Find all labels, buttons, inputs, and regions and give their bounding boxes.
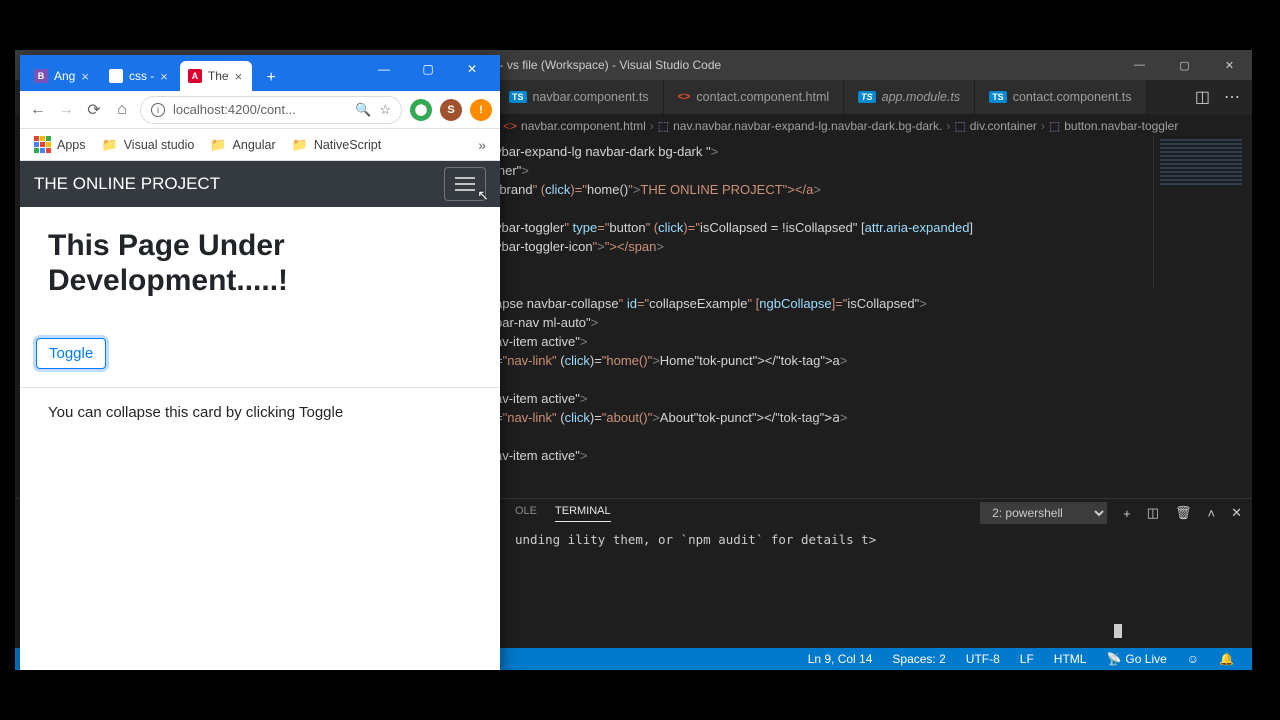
ts-icon: TS	[509, 91, 527, 103]
status-lang[interactable]: HTML	[1046, 652, 1095, 666]
close-tab-icon[interactable]: ×	[81, 69, 89, 84]
brand-text[interactable]: THE ONLINE PROJECT	[34, 174, 220, 194]
status-eol[interactable]: LF	[1012, 652, 1042, 666]
minimap[interactable]	[1153, 137, 1248, 287]
favicon: A	[188, 69, 202, 83]
feedback-icon[interactable]: ☺	[1179, 652, 1207, 666]
collapse-text: You can collapse this card by clicking T…	[48, 388, 472, 421]
page-viewport: THE ONLINE PROJECT ↖ This Page Under Dev…	[20, 161, 500, 670]
status-cursor[interactable]: Ln 9, Col 14	[800, 652, 881, 666]
more-icon[interactable]: ⋯	[1224, 87, 1240, 107]
editor-tab[interactable]: TSapp.module.ts	[844, 80, 975, 114]
html-icon: <>	[678, 91, 691, 103]
split-terminal-icon[interactable]: ◫	[1147, 505, 1159, 521]
bookmark-item[interactable]: 📁Visual studio	[96, 133, 201, 157]
close-button[interactable]: ✕	[1207, 50, 1252, 80]
back-button[interactable]: ←	[28, 100, 48, 120]
reload-button[interactable]: ⟳	[84, 100, 104, 120]
new-terminal-icon[interactable]: +	[1123, 506, 1131, 521]
split-editor-icon[interactable]: ◫	[1195, 87, 1210, 107]
site-info-icon[interactable]: i	[151, 103, 165, 117]
extension-icon[interactable]: S	[440, 99, 462, 121]
browser-tab[interactable]: B Ang ×	[26, 61, 99, 91]
folder-icon: 📁	[210, 137, 226, 153]
minimize-button[interactable]: —	[362, 55, 406, 83]
ts-icon: TS	[858, 91, 876, 103]
status-spaces[interactable]: Spaces: 2	[884, 652, 953, 666]
apps-button[interactable]: Apps	[28, 132, 92, 157]
panel-tab-terminal[interactable]: TERMINAL	[555, 505, 611, 522]
bookmarks-bar: Apps 📁Visual studio 📁Angular 📁NativeScri…	[20, 129, 500, 161]
struct-icon: ⬚	[954, 119, 965, 133]
bookmark-item[interactable]: 📁Angular	[204, 133, 281, 157]
hamburger-icon	[455, 183, 475, 185]
page-heading: This Page Under Development.....!	[48, 229, 472, 298]
bookmarks-overflow[interactable]: »	[472, 137, 492, 153]
terminal-select[interactable]: 2: powershell	[980, 502, 1107, 524]
close-panel-icon[interactable]: ✕	[1231, 505, 1242, 521]
favicon	[109, 69, 123, 83]
home-button[interactable]: ⌂	[112, 100, 132, 120]
chrome-toolbar: ← → ⟳ ⌂ i localhost:4200/cont... 🔍 ☆ ⬤ S…	[20, 91, 500, 129]
kill-terminal-icon[interactable]: 🗑	[1175, 505, 1192, 521]
maximize-panel-icon[interactable]: ˄	[1208, 506, 1216, 521]
browser-tab-active[interactable]: A The ×	[180, 61, 252, 91]
ts-icon: TS	[989, 91, 1007, 103]
apps-icon	[34, 136, 51, 153]
terminal-cursor	[1114, 624, 1122, 638]
editor-tab[interactable]: <>contact.component.html	[664, 80, 845, 114]
app-navbar: THE ONLINE PROJECT ↖	[20, 161, 500, 207]
go-live-button[interactable]: 📡 Go Live	[1098, 652, 1174, 666]
minimize-button[interactable]: —	[1117, 50, 1162, 80]
folder-icon: 📁	[102, 137, 118, 153]
maximize-button[interactable]: ▢	[1162, 50, 1207, 80]
address-bar[interactable]: i localhost:4200/cont... 🔍 ☆	[140, 96, 402, 124]
struct-icon: ⬚	[658, 119, 669, 133]
notifications-icon[interactable]: 🔔	[1211, 652, 1242, 666]
url-text: localhost:4200/cont...	[173, 102, 296, 117]
forward-button[interactable]: →	[56, 100, 76, 120]
chrome-window: B Ang × css - × A The × + — ▢ ✕ ← → ⟳ ⌂ …	[20, 55, 500, 670]
toggle-button[interactable]: Toggle	[36, 338, 106, 369]
navbar-toggler-button[interactable]: ↖	[444, 167, 486, 201]
extension-icon[interactable]: ⬤	[410, 99, 432, 121]
editor-tab[interactable]: TScontact.component.ts	[975, 80, 1146, 114]
chrome-tabstrip: B Ang × css - × A The × + — ▢ ✕	[20, 55, 500, 91]
html-icon: <>	[503, 119, 517, 133]
maximize-button[interactable]: ▢	[406, 55, 450, 83]
star-icon[interactable]: ☆	[379, 102, 391, 118]
panel-tab[interactable]: OLE	[515, 505, 537, 521]
mouse-cursor-icon: ↖	[477, 187, 489, 204]
browser-tab[interactable]: css - ×	[101, 61, 178, 91]
struct-icon: ⬚	[1049, 119, 1060, 133]
editor-tab[interactable]: TSnavbar.component.ts	[495, 80, 664, 114]
favicon: B	[34, 69, 48, 83]
close-tab-icon[interactable]: ×	[235, 69, 243, 84]
close-tab-icon[interactable]: ×	[160, 69, 168, 84]
bookmark-item[interactable]: 📁NativeScript	[286, 133, 388, 157]
new-tab-button[interactable]: +	[258, 65, 284, 91]
folder-icon: 📁	[292, 137, 308, 153]
status-encoding[interactable]: UTF-8	[958, 652, 1008, 666]
close-button[interactable]: ✕	[450, 55, 494, 83]
zoom-icon[interactable]: 🔍	[355, 102, 371, 118]
extension-icon[interactable]: !	[470, 99, 492, 121]
